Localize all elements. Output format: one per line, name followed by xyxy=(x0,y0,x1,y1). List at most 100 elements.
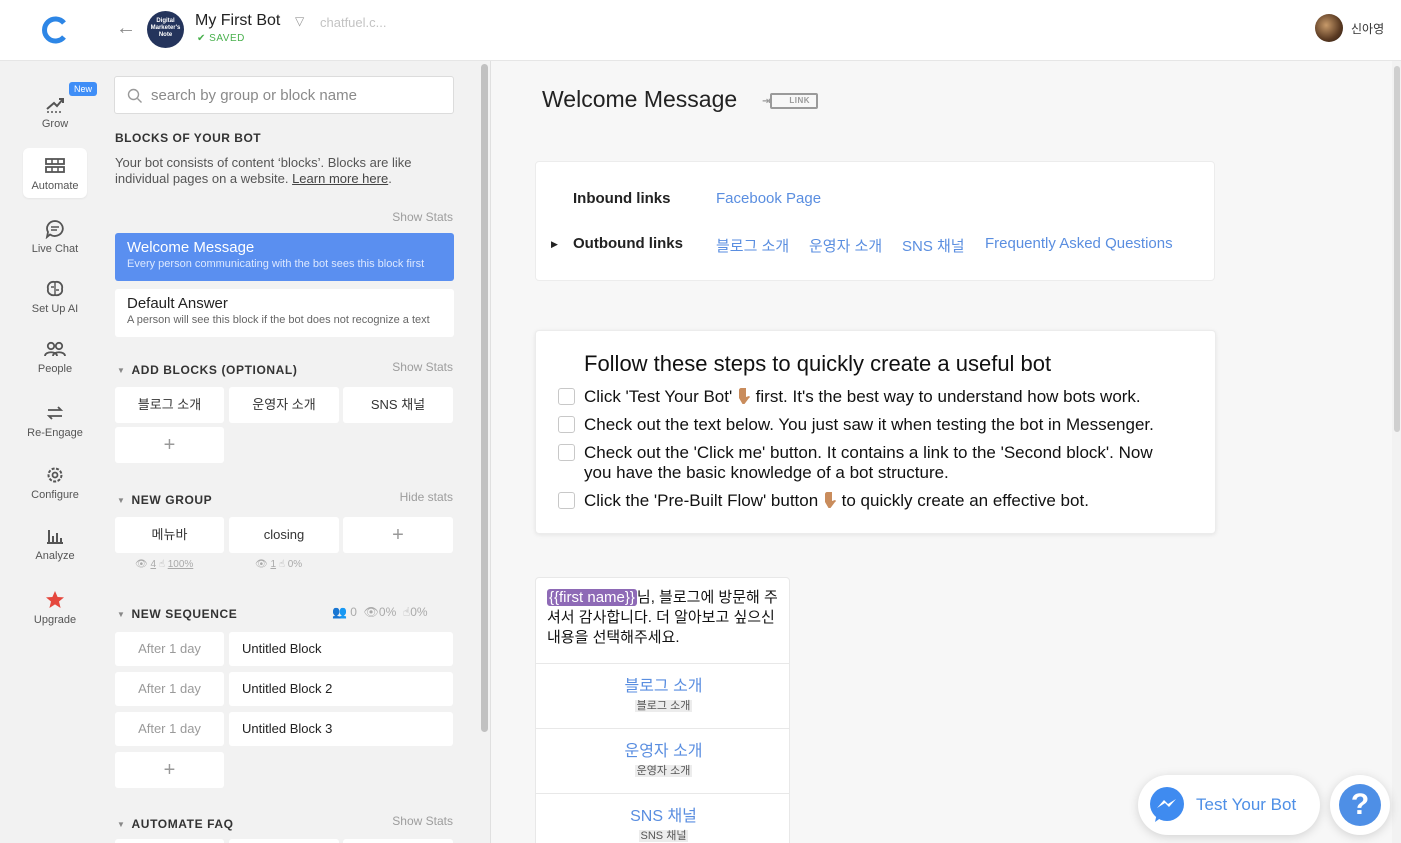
pointer-icon: ☝ xyxy=(278,559,285,570)
user-avatar[interactable] xyxy=(1315,14,1343,42)
block-title: Default Answer xyxy=(127,295,228,312)
nav-live-chat[interactable]: Live Chat xyxy=(23,219,87,259)
nav-analyze[interactable]: Analyze xyxy=(23,526,87,566)
link-button[interactable]: ⇥ LINK xyxy=(762,93,818,109)
block-stats: 👁 4 ☝ 100% xyxy=(135,559,193,570)
nav-grow[interactable]: Grow xyxy=(23,94,87,142)
group-new-group[interactable]: ▼ NEW GROUP xyxy=(117,493,212,507)
editor-scrollbar-thumb[interactable] xyxy=(1394,66,1400,432)
block-title-heading[interactable]: Welcome Message xyxy=(542,86,737,113)
block-chip[interactable]: 블로그 소개 xyxy=(115,387,224,423)
block-chip[interactable] xyxy=(229,839,339,843)
block-chip[interactable]: closing xyxy=(229,517,339,553)
outbound-link[interactable]: 블로그 소개 xyxy=(716,235,789,256)
block-chip[interactable] xyxy=(115,839,224,843)
bot-url[interactable]: chatfuel.c... xyxy=(320,15,386,30)
step-text: Check out the text below. You just saw i… xyxy=(584,415,1154,434)
sequence-stats: 👥 0 👁0% ☝0% xyxy=(332,605,428,619)
search-input[interactable] xyxy=(151,85,441,105)
nav-upgrade[interactable]: Upgrade xyxy=(23,590,87,630)
hide-stats-link[interactable]: Hide stats xyxy=(400,490,453,504)
step-checkbox[interactable] xyxy=(558,388,575,405)
message-button-target: 운영자 소개 xyxy=(634,765,693,777)
sequence-block[interactable]: Untitled Block 2 xyxy=(229,672,453,706)
top-bar: ← Digital Marketer's Note My First Bot ▽… xyxy=(0,0,1401,61)
show-stats-link[interactable]: Show Stats xyxy=(392,210,453,224)
step-checkbox[interactable] xyxy=(558,444,575,461)
nav-automate[interactable]: Automate xyxy=(23,148,87,198)
learn-more-link[interactable]: Learn more here xyxy=(292,171,388,186)
group-title: NEW GROUP xyxy=(131,493,213,507)
step-checkbox[interactable] xyxy=(558,492,575,509)
grow-icon xyxy=(46,98,64,113)
message-button[interactable]: 운영자 소개 운영자 소개 xyxy=(536,728,789,793)
nav-set-up-ai[interactable]: Set Up AI xyxy=(23,279,87,319)
message-text[interactable]: {{first name}} 님, 블로그에 방문해 주셔서 감사합니다. 더 알… xyxy=(547,588,783,648)
block-chip[interactable]: SNS 채널 xyxy=(343,387,453,423)
chatfuel-logo[interactable] xyxy=(40,14,72,46)
outbound-link[interactable]: Frequently Asked Questions xyxy=(985,235,1173,252)
saved-label: SAVED xyxy=(209,33,245,44)
sequence-delay[interactable]: After 1 day xyxy=(115,672,224,706)
reengage-icon xyxy=(46,406,64,420)
clicks-stat: 100% xyxy=(167,559,194,570)
collapse-triangle-icon: ▼ xyxy=(117,366,126,376)
check-icon: ✔ xyxy=(197,33,206,44)
views-stat: 1 xyxy=(270,559,277,570)
bot-avatar[interactable]: Digital Marketer's Note xyxy=(147,11,184,48)
outbound-link[interactable]: SNS 채널 xyxy=(902,235,965,256)
views-stat: 4 xyxy=(150,559,157,570)
first-name-variable[interactable]: {{first name}} xyxy=(547,589,637,606)
nav-re-engage[interactable]: Re-Engage xyxy=(23,403,87,443)
user-name[interactable]: 신아영 xyxy=(1351,20,1384,37)
message-button[interactable]: 블로그 소개 블로그 소개 xyxy=(536,663,789,728)
outbound-links-label[interactable]: Outbound links xyxy=(573,235,683,252)
sequence-block[interactable]: Untitled Block xyxy=(229,632,453,666)
sequence-block[interactable]: Untitled Block 3 xyxy=(229,712,453,746)
add-block-button[interactable]: + xyxy=(343,517,453,553)
step-checkbox[interactable] xyxy=(558,416,575,433)
add-sequence-block-button[interactable]: + xyxy=(115,752,224,788)
new-badge: New xyxy=(69,82,98,96)
nav-people[interactable]: People xyxy=(23,339,87,379)
help-button[interactable]: ? xyxy=(1330,775,1390,835)
sequence-delay[interactable]: After 1 day xyxy=(115,632,224,666)
nav-configure[interactable]: Configure xyxy=(23,465,87,505)
message-button[interactable]: SNS 채널 SNS 채널 xyxy=(536,793,789,843)
group-title: AUTOMATE FAQ xyxy=(131,817,234,831)
test-your-bot-label: Test Your Bot xyxy=(1196,795,1297,814)
add-block-button[interactable]: + xyxy=(115,427,224,463)
clicks-stat: 0% xyxy=(410,605,428,619)
message-button-target: SNS 채널 xyxy=(638,830,689,842)
expand-triangle-icon[interactable]: ▶ xyxy=(551,239,558,250)
people-icon xyxy=(44,341,66,357)
back-arrow-icon[interactable]: ← xyxy=(116,18,136,38)
messenger-icon xyxy=(1150,787,1184,822)
block-welcome-message[interactable]: Welcome Message Every person communicati… xyxy=(115,233,454,281)
eye-icon: 👁 xyxy=(363,605,379,619)
group-automate-faq[interactable]: ▼ AUTOMATE FAQ xyxy=(117,817,234,831)
show-stats-link[interactable]: Show Stats xyxy=(392,814,453,828)
block-chip[interactable] xyxy=(343,839,453,843)
step-text-start: Click 'Test Your Bot' xyxy=(584,387,737,406)
show-stats-link[interactable]: Show Stats xyxy=(392,360,453,374)
blocks-scrollbar-thumb[interactable] xyxy=(481,64,488,732)
test-your-bot-button[interactable]: Test Your Bot xyxy=(1138,775,1320,835)
search-box[interactable] xyxy=(114,76,454,114)
outbound-link[interactable]: 운영자 소개 xyxy=(809,235,882,256)
chevron-down-icon[interactable]: ▽ xyxy=(295,14,304,28)
block-default-answer[interactable]: Default Answer A person will see this bl… xyxy=(115,289,454,337)
sequence-delay[interactable]: After 1 day xyxy=(115,712,224,746)
group-new-sequence[interactable]: ▼ NEW SEQUENCE xyxy=(117,607,237,621)
inbound-link[interactable]: Facebook Page xyxy=(716,190,821,207)
block-chip[interactable]: 메뉴바 xyxy=(115,517,224,553)
block-chip[interactable]: 운영자 소개 xyxy=(229,387,339,423)
nav-people-label: People xyxy=(37,363,73,375)
nav-live-chat-label: Live Chat xyxy=(31,243,79,255)
group-title: ADD BLOCKS (OPTIONAL) xyxy=(131,363,298,377)
bot-name[interactable]: My First Bot xyxy=(195,12,280,30)
nav-re-engage-label: Re-Engage xyxy=(27,427,83,439)
collapse-triangle-icon: ▼ xyxy=(117,820,126,830)
links-card: Inbound links Facebook Page ▶ Outbound l… xyxy=(535,161,1215,281)
group-add-blocks[interactable]: ▼ ADD BLOCKS (OPTIONAL) xyxy=(117,363,297,377)
